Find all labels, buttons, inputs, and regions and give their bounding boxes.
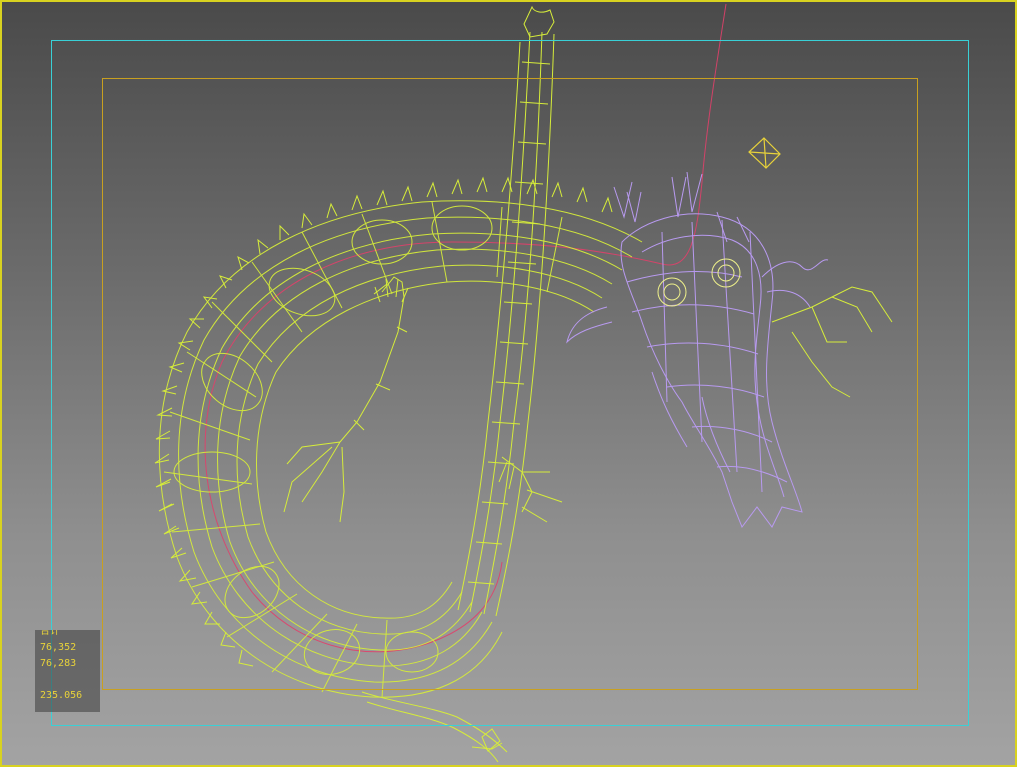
- stats-header: 合计: [40, 630, 60, 637]
- viewport-statistics-panel: 合计 76,352 76,283 235.056: [35, 630, 100, 712]
- stats-verts: 76,283: [40, 658, 77, 669]
- stats-spacer: [40, 672, 100, 688]
- perspective-viewport[interactable]: 合计 76,352 76,283 235.056: [0, 0, 1017, 767]
- stats-fps: 235.056: [40, 690, 83, 701]
- safe-frame-inner: [102, 78, 918, 690]
- stats-polys: 76,352: [40, 642, 77, 653]
